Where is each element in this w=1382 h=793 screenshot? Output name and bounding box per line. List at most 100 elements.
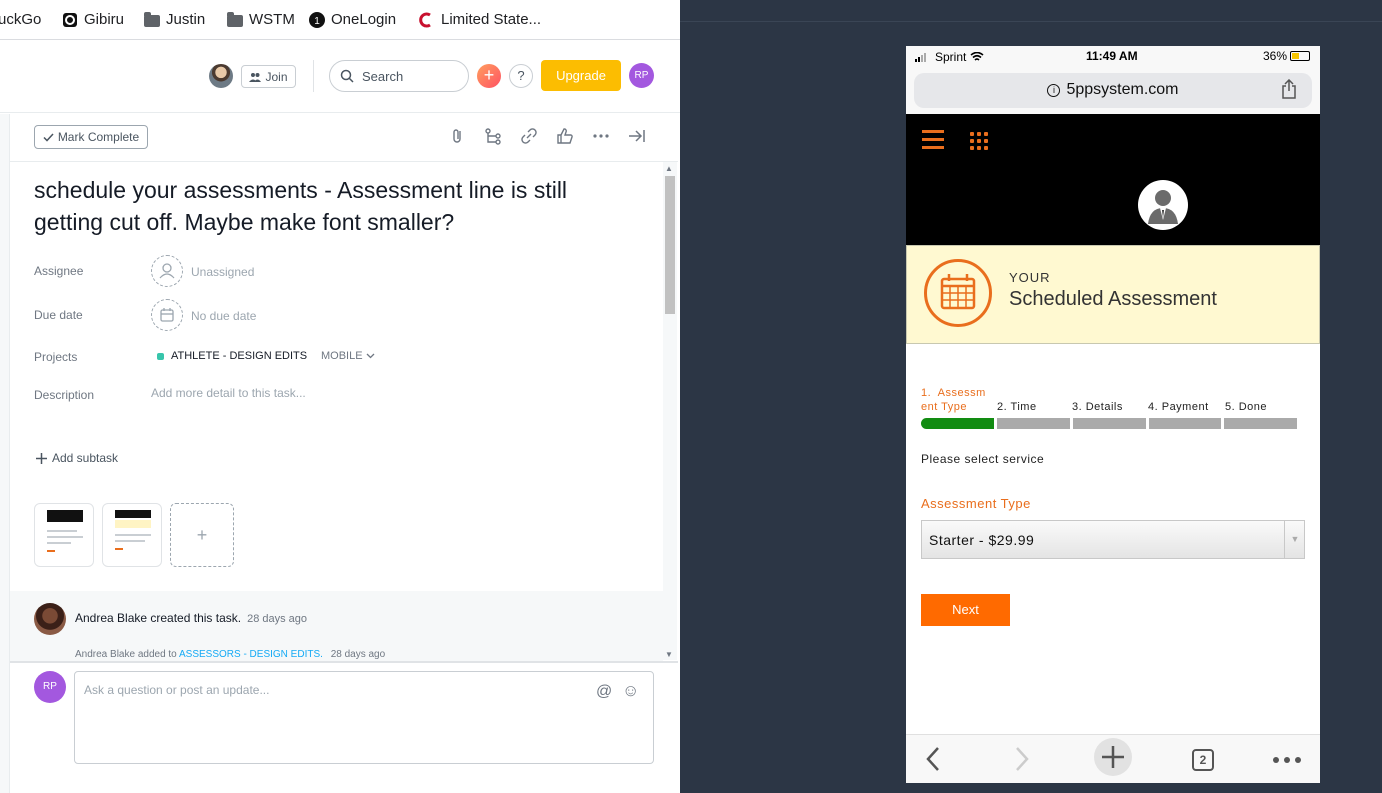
add-attachment-button[interactable]: + <box>170 503 234 567</box>
due-date-picker[interactable] <box>151 299 183 331</box>
step-3-label: 3. Details <box>1072 401 1123 413</box>
subtask-icon[interactable] <box>484 127 502 145</box>
creator-avatar[interactable] <box>34 603 66 635</box>
calendar-icon <box>160 308 174 322</box>
bookmark-label: Justin <box>166 11 206 28</box>
status-bar: Sprint 11:49 AM 36% <box>906 46 1320 66</box>
profile-avatar[interactable] <box>1138 180 1188 230</box>
add-subtask-button[interactable]: Add subtask <box>36 451 118 465</box>
project-section-select[interactable]: MOBILE <box>321 350 375 362</box>
quick-add-button[interactable]: + <box>477 64 501 88</box>
svg-text:1: 1 <box>314 16 320 27</box>
assignee-picker[interactable] <box>151 255 183 287</box>
site-header <box>906 114 1320 245</box>
bookmark-onelogin[interactable]: 1 OneLogin <box>309 11 396 28</box>
menu-icon[interactable] <box>922 130 944 154</box>
bookmark-gibiru[interactable]: Gibiru <box>62 11 124 28</box>
close-pane-icon[interactable] <box>628 127 646 145</box>
wifi-icon <box>970 52 984 61</box>
step-4-progress <box>1149 418 1221 429</box>
description-label: Description <box>34 388 95 402</box>
onelogin-icon: 1 <box>309 11 325 28</box>
upgrade-button[interactable]: Upgrade <box>541 60 621 91</box>
bookmark-label: Limited State... <box>441 11 542 28</box>
tabs-button[interactable]: 2 <box>1192 749 1214 771</box>
dropdown-arrow-icon[interactable]: ▼ <box>1284 520 1305 559</box>
new-tab-button[interactable] <box>1094 738 1132 776</box>
added-time: 28 days ago <box>330 649 386 660</box>
next-button[interactable]: Next <box>921 594 1010 626</box>
join-label: Join <box>265 69 288 84</box>
due-date-value[interactable]: No due date <box>191 309 256 323</box>
more-icon[interactable] <box>592 127 610 145</box>
people-icon <box>249 72 262 82</box>
add-subtask-label: Add subtask <box>52 451 119 465</box>
attachment-thumbnail[interactable] <box>102 503 162 567</box>
apps-grid-icon[interactable] <box>970 132 988 150</box>
attachment-icon[interactable] <box>449 127 467 145</box>
description-input[interactable]: Add more detail to this task... <box>151 386 306 400</box>
assignee-value[interactable]: Unassigned <box>191 265 254 279</box>
plus-icon <box>36 452 47 464</box>
phone-screenshot: Sprint 11:49 AM 36% i 5ppsystem.com YOUR… <box>906 46 1320 783</box>
step-4-label: 4. Payment <box>1148 401 1209 413</box>
gibiru-icon <box>63 12 77 27</box>
person-icon <box>159 263 175 279</box>
plus-icon <box>1102 746 1124 768</box>
carrier-label: Sprint <box>935 50 967 64</box>
bookmarks-bar: uckGo Gibiru Justin WSTM 1 OneLogin Limi… <box>0 0 680 40</box>
step-1-progress <box>921 418 994 429</box>
bookmark-label: OneLogin <box>331 11 397 28</box>
search-placeholder: Search <box>362 68 404 84</box>
step-3-progress <box>1073 418 1146 429</box>
back-icon[interactable] <box>925 746 941 772</box>
bookmark-limited-state[interactable]: Limited State... <box>419 11 541 28</box>
attachment-thumbnail[interactable] <box>34 503 94 567</box>
url-text: 5ppsystem.com <box>1066 81 1179 98</box>
mark-complete-button[interactable]: Mark Complete <box>34 125 148 149</box>
like-icon[interactable] <box>556 127 574 145</box>
user-silhouette-icon <box>1140 182 1186 228</box>
search-input[interactable]: Search <box>329 60 469 92</box>
task-title[interactable]: schedule your assessments - Assessment l… <box>34 174 634 238</box>
bookmark-wstm[interactable]: WSTM <box>227 11 295 28</box>
forward-icon[interactable] <box>1014 746 1030 772</box>
scrollbar-thumb[interactable] <box>665 176 675 314</box>
limited-state-icon <box>419 12 431 27</box>
member-avatar[interactable] <box>209 64 233 88</box>
info-icon: i <box>1047 84 1061 97</box>
mention-icon[interactable]: @ <box>596 683 612 701</box>
user-avatar[interactable]: RP <box>629 63 654 88</box>
scroll-down-arrow[interactable]: ▼ <box>665 650 673 659</box>
chevron-down-icon <box>366 353 375 359</box>
emoji-icon[interactable]: ☺ <box>622 681 639 701</box>
calendar-circle <box>924 259 992 327</box>
battery-icon <box>1290 51 1311 61</box>
scroll-up-arrow[interactable]: ▲ <box>665 164 673 173</box>
project-name[interactable]: ATHLETE - DESIGN EDITS <box>171 350 307 362</box>
folder-icon <box>144 11 160 27</box>
added-text: Andrea Blake added to <box>75 649 177 660</box>
more-icon[interactable] <box>1272 756 1302 764</box>
added-story: Andrea Blake added to ASSESSORS - DESIGN… <box>75 649 385 660</box>
bookmark-label: Gibiru <box>84 11 125 28</box>
help-button[interactable]: ? <box>509 64 533 88</box>
created-time: 28 days ago <box>247 613 308 625</box>
step-5-progress <box>1224 418 1297 429</box>
url-display[interactable]: i 5ppsystem.com <box>906 81 1320 99</box>
step-2-progress <box>997 418 1070 429</box>
banner-title: Scheduled Assessment <box>1009 288 1217 310</box>
divider <box>313 60 314 92</box>
carrier: Sprint <box>915 50 984 64</box>
link-icon[interactable] <box>520 127 538 145</box>
step-1-label: 1. Assessm ent Type <box>921 387 986 413</box>
banner-subtitle: YOUR <box>1009 270 1051 285</box>
due-date-label: Due date <box>34 308 83 322</box>
bookmark-duckduckgo[interactable]: uckGo <box>0 11 41 28</box>
assessment-type-value: Starter - $29.99 <box>929 532 1035 548</box>
share-icon[interactable] <box>1281 79 1297 99</box>
join-button[interactable]: Join <box>241 65 296 88</box>
bookmark-justin[interactable]: Justin <box>144 11 205 28</box>
added-project-link[interactable]: ASSESSORS - DESIGN EDITS. <box>179 649 323 660</box>
select-service-text: Please select service <box>921 452 1045 466</box>
